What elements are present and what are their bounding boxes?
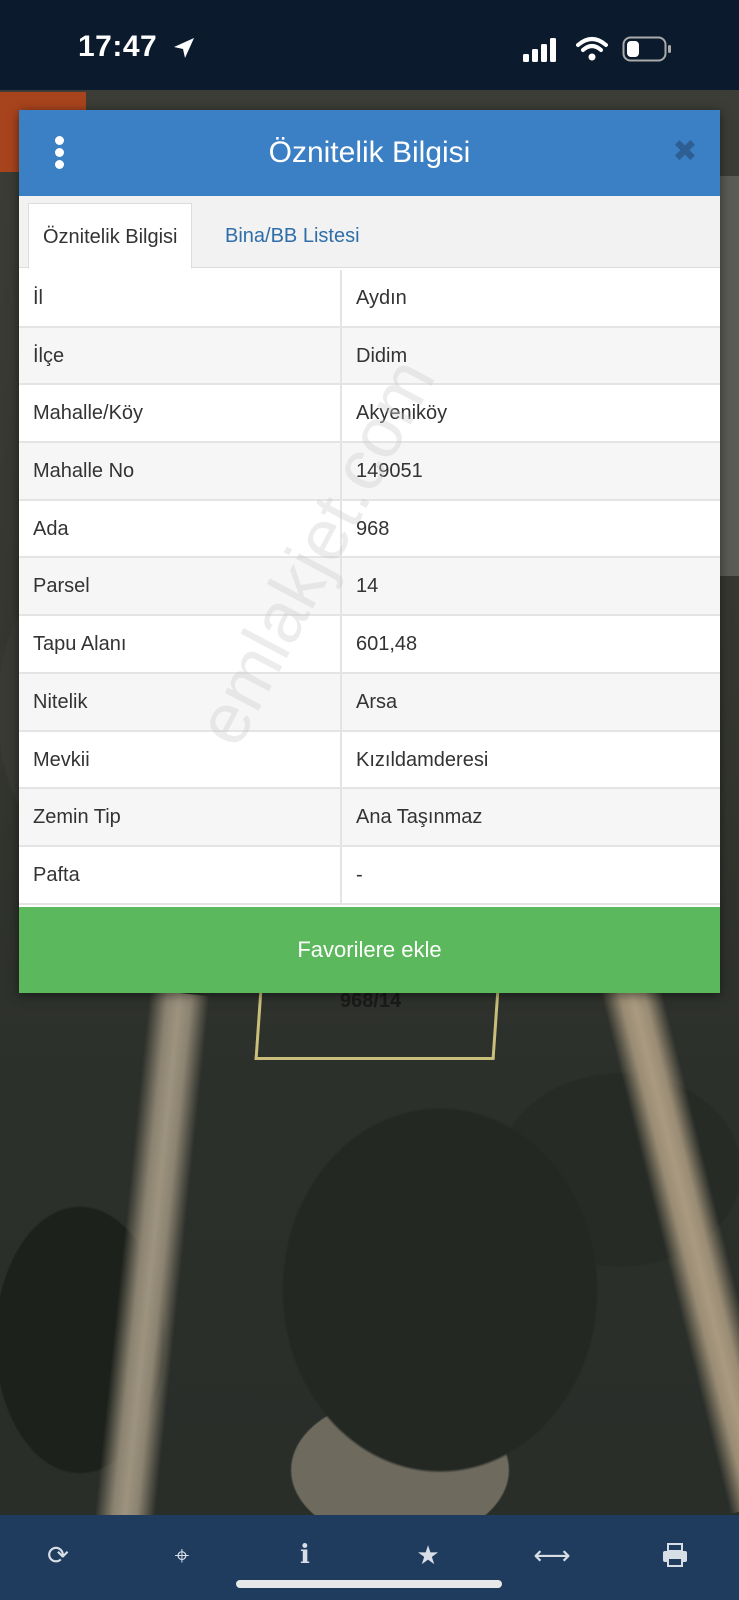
close-icon[interactable]: ✖: [671, 137, 699, 167]
attribute-value: 601,48: [356, 633, 418, 656]
table-row: Nitelik Arsa: [19, 673, 720, 732]
parcel-label: 968/14: [340, 990, 402, 1012]
tab-attribute-info[interactable]: Öznitelik Bilgisi: [28, 203, 193, 269]
map-edge-strip: [720, 176, 739, 576]
table-row: Pafta -: [19, 846, 720, 905]
attribute-key: Nitelik: [19, 673, 342, 730]
tab-building-list[interactable]: Bina/BB Listesi: [211, 203, 374, 269]
attribute-key: Mahalle/Köy: [19, 385, 342, 442]
info-icon[interactable]: i: [285, 1535, 325, 1575]
cellular-signal-icon: [523, 38, 556, 62]
attribute-key: İl: [19, 270, 342, 326]
attribute-value: 968: [356, 517, 390, 540]
attribute-value: Arsa: [356, 690, 398, 713]
attribute-key: İlçe: [19, 327, 342, 384]
attribute-key: Pafta: [19, 846, 342, 903]
location-arrow-icon: [174, 38, 194, 58]
add-to-favorites-button[interactable]: Favorilere ekle: [19, 907, 720, 993]
attribute-value: Kızıldamderesi: [356, 748, 489, 771]
table-row: Parsel 14: [19, 558, 720, 617]
status-bar: 17:47: [0, 0, 739, 92]
attribute-key: Mevkii: [19, 731, 342, 788]
measure-icon[interactable]: ⟷: [532, 1535, 572, 1575]
status-time: 17:47: [78, 30, 158, 63]
attribute-value: 14: [356, 575, 379, 598]
table-row: Zemin Tip Ana Taşınmaz: [19, 789, 720, 847]
attribute-key: Mahalle No: [19, 443, 342, 499]
print-icon[interactable]: [655, 1535, 695, 1575]
dialog-header: Öznitelik Bilgisi ✖: [19, 110, 720, 196]
attribute-value: Ana Taşınmaz: [356, 806, 483, 829]
dialog-tabs: Öznitelik Bilgisi Bina/BB Listesi: [19, 196, 720, 269]
dialog-title: Öznitelik Bilgisi: [268, 136, 471, 169]
attribute-value: -: [356, 863, 363, 886]
table-row: Mevkii Kızıldamderesi: [19, 731, 720, 790]
attribute-dialog: Öznitelik Bilgisi ✖ Öznitelik Bilgisi Bi…: [19, 110, 720, 993]
attribute-key: Zemin Tip: [19, 789, 342, 845]
more-vertical-icon[interactable]: [51, 136, 67, 170]
locate-icon[interactable]: ⌖: [162, 1535, 202, 1575]
table-row: Tapu Alanı 601,48: [19, 616, 720, 674]
wifi-icon: [576, 37, 608, 61]
home-indicator[interactable]: [236, 1580, 502, 1588]
refresh-icon[interactable]: ⟳: [38, 1535, 78, 1575]
table-row: İl Aydın: [19, 270, 720, 328]
attribute-value: Aydın: [356, 287, 407, 309]
battery-icon: [622, 36, 671, 62]
star-icon[interactable]: ★: [408, 1535, 448, 1575]
